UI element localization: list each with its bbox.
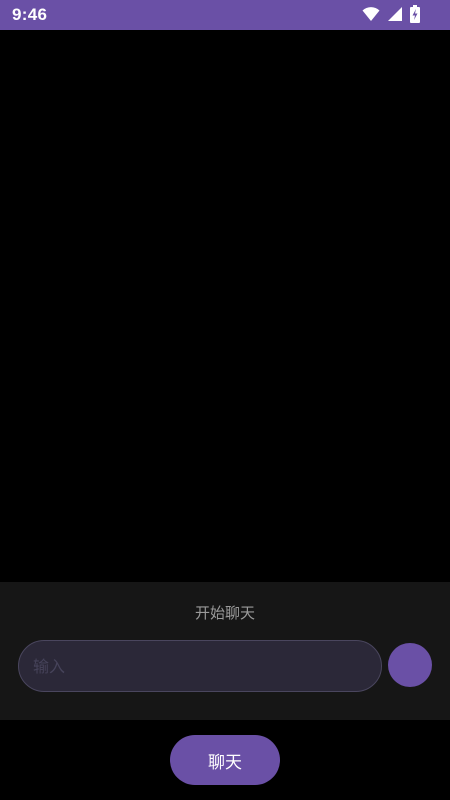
status-time: 9:46 [12, 5, 48, 24]
bottom-bar: 聊天 [0, 720, 450, 800]
chat-button[interactable]: 聊天 [170, 735, 280, 785]
chat-message-input[interactable] [18, 640, 382, 692]
status-bar: 9:46 [0, 0, 450, 30]
chat-panel: 开始聊天 [0, 582, 450, 720]
status-icons [362, 5, 420, 23]
chat-message-area [0, 30, 450, 582]
send-button[interactable] [388, 643, 432, 687]
wifi-icon [362, 6, 380, 22]
cellular-signal-icon [387, 6, 403, 22]
chat-hint-text: 开始聊天 [194, 604, 255, 622]
battery-charging-icon [410, 5, 420, 23]
app-screen: 9:46 开始聊天 输入 聊天 [0, 0, 450, 800]
